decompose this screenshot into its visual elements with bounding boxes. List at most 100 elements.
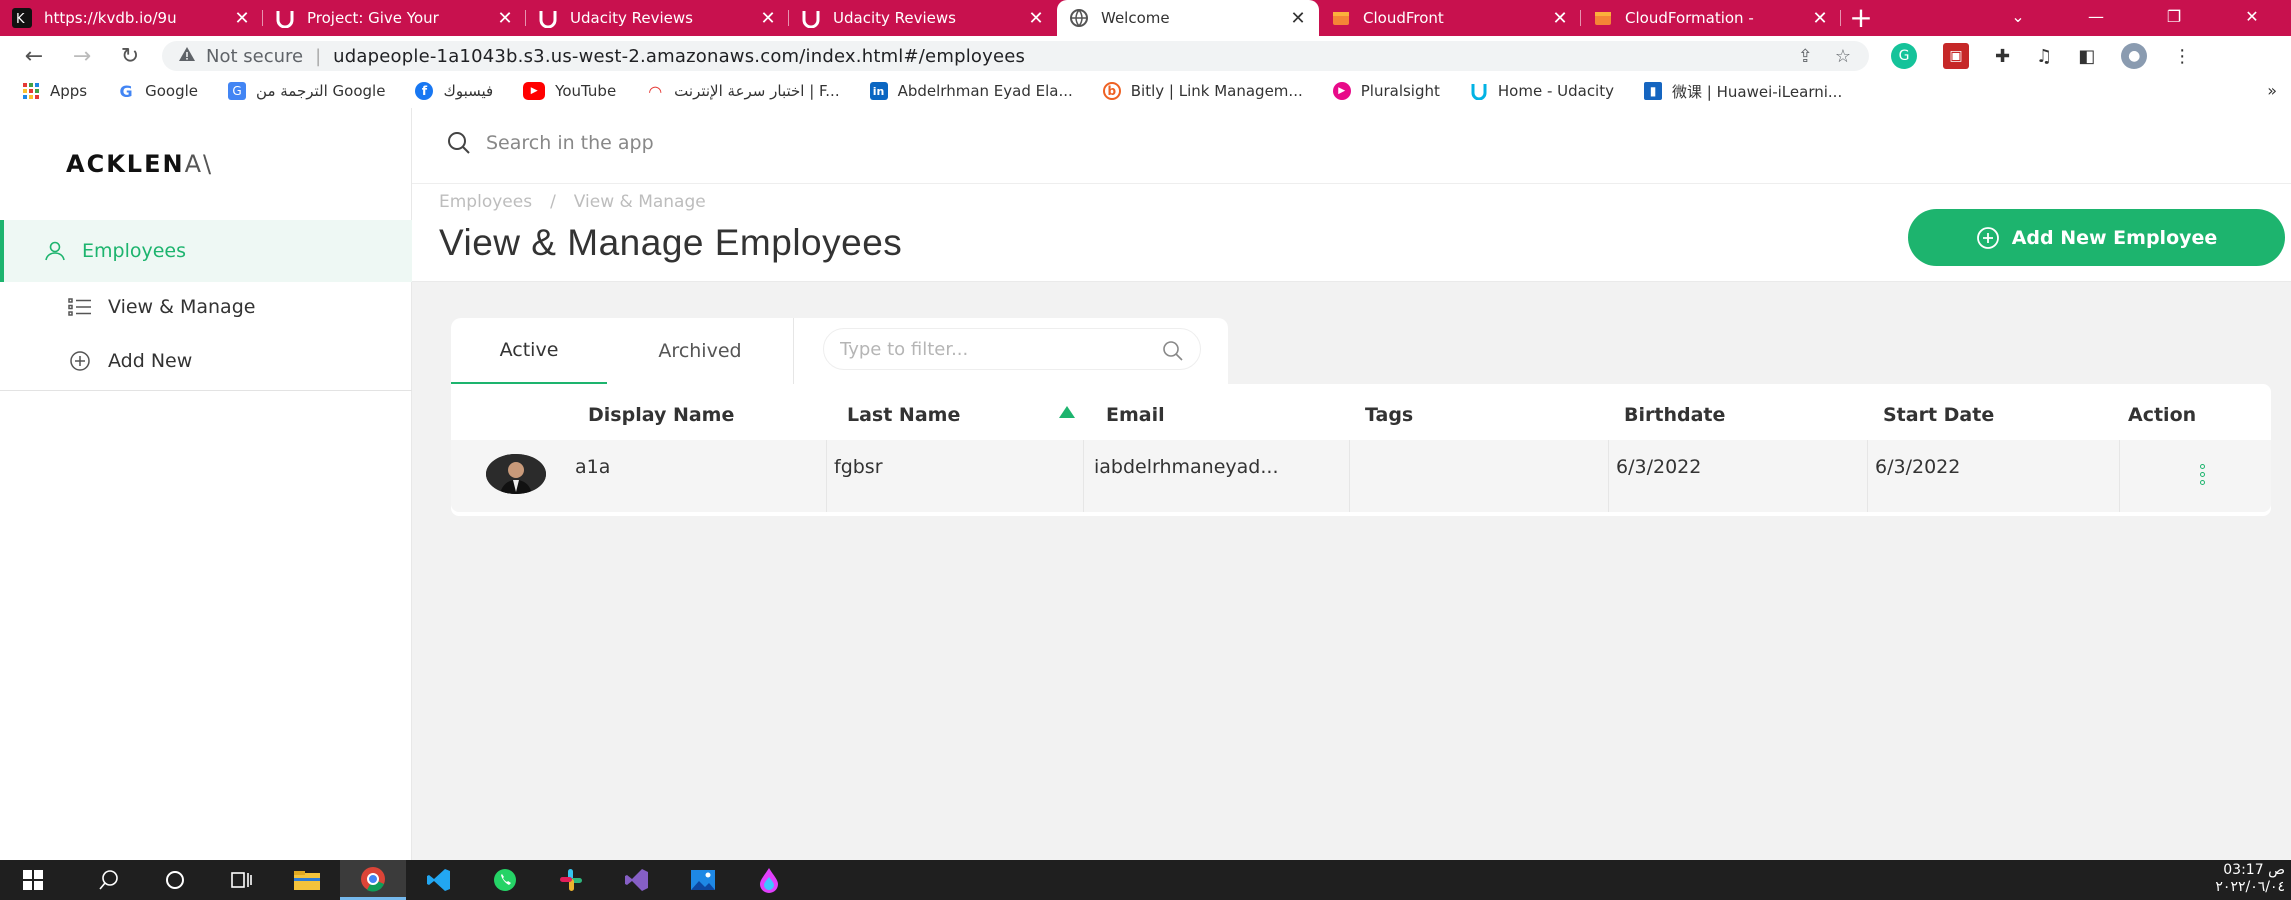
- restore-icon[interactable]: ❐: [2135, 0, 2213, 36]
- apps-grid-icon: [22, 82, 40, 100]
- tab-archived[interactable]: Archived: [607, 318, 793, 384]
- sidebar-item-employees[interactable]: Employees: [0, 220, 412, 282]
- add-new-employee-button[interactable]: Add New Employee: [1908, 209, 2285, 266]
- search-input[interactable]: Search in the app: [486, 132, 654, 154]
- bookmark-pluralsight[interactable]: ▶ Pluralsight: [1332, 82, 1440, 100]
- extensions-bar: G ▣ ✚ ♫ ◧ ● ⋮: [1891, 43, 2191, 69]
- bookmark-google-translate[interactable]: G الترجمة من Google: [228, 82, 385, 100]
- new-tab-button[interactable]: +: [1841, 0, 1881, 36]
- bookmark-star-icon[interactable]: ☆: [1835, 46, 1851, 67]
- filter-input[interactable]: [840, 338, 1140, 360]
- close-tab-icon[interactable]: ✕: [1285, 8, 1311, 29]
- forward-arrow-icon[interactable]: →: [58, 44, 106, 69]
- sidebar-item-label: Employees: [82, 240, 186, 262]
- taskbar-clock[interactable]: 03:17 ص ٢٠٢٢/٠٦/٠٤: [2215, 862, 2285, 896]
- sort-asc-icon[interactable]: [1059, 406, 1075, 418]
- sidebar-item-view-manage[interactable]: View & Manage: [68, 296, 255, 318]
- breadcrumb-employees[interactable]: Employees: [439, 192, 532, 212]
- column-header-start-date[interactable]: Start Date: [1883, 404, 1994, 426]
- more-menu-icon[interactable]: ⋮: [2173, 46, 2191, 67]
- filter-field[interactable]: [823, 328, 1201, 370]
- column-header-email[interactable]: Email: [1106, 404, 1165, 426]
- browser-tab-welcome[interactable]: Welcome ✕: [1057, 0, 1319, 36]
- aws-cube-icon: [1593, 8, 1613, 28]
- sidebar-item-label: Add New: [108, 350, 193, 372]
- file-explorer-icon[interactable]: [274, 860, 340, 900]
- bookmark-huawei[interactable]: ▮ 微课 | Huawei-iLearni...: [1644, 81, 1842, 102]
- main-content: Active Archived Display Name Last Name E…: [412, 282, 2291, 860]
- close-tab-icon[interactable]: ✕: [1023, 8, 1049, 29]
- app-search[interactable]: Search in the app: [446, 130, 654, 156]
- tab-search-icon[interactable]: ⌄: [1979, 0, 2057, 36]
- share-icon[interactable]: ⇪: [1798, 46, 1813, 67]
- bookmark-google[interactable]: G Google: [117, 81, 198, 101]
- whatsapp-icon[interactable]: [472, 860, 538, 900]
- bookmark-youtube[interactable]: ▶ YouTube: [523, 82, 616, 100]
- close-window-icon[interactable]: ✕: [2213, 0, 2291, 36]
- column-header-tags[interactable]: Tags: [1365, 404, 1413, 426]
- taskbar-search-icon[interactable]: [76, 860, 142, 900]
- visual-studio-icon[interactable]: [604, 860, 670, 900]
- google-icon: G: [119, 81, 133, 101]
- acklen-logo[interactable]: ACKLENA\: [66, 150, 213, 178]
- udacity-icon: [275, 8, 295, 28]
- bookmark-udacity[interactable]: Home - Udacity: [1470, 82, 1614, 100]
- close-tab-icon[interactable]: ✕: [229, 8, 255, 29]
- clock-date: ٢٠٢٢/٠٦/٠٤: [2215, 879, 2285, 895]
- not-secure-label[interactable]: Not secure: [206, 46, 303, 67]
- close-tab-icon[interactable]: ✕: [1547, 8, 1573, 29]
- tab-active[interactable]: Active: [451, 318, 607, 384]
- slack-icon[interactable]: [538, 860, 604, 900]
- bookmark-facebook[interactable]: f فيسبوك: [415, 82, 493, 100]
- close-tab-icon[interactable]: ✕: [492, 8, 518, 29]
- column-header-birthdate[interactable]: Birthdate: [1624, 404, 1725, 426]
- bookmark-speedtest[interactable]: ◠ اختبار سرعة الإنترنت | F...: [646, 82, 839, 101]
- reload-icon[interactable]: ↻: [106, 44, 154, 69]
- cortana-icon[interactable]: [142, 860, 208, 900]
- sidebar-item-add-new[interactable]: Add New: [68, 350, 192, 372]
- media-control-icon[interactable]: ♫: [2036, 46, 2052, 67]
- screen-capture-icon[interactable]: ▣: [1943, 43, 1969, 69]
- udacity-icon: [801, 8, 821, 28]
- browser-tab-kvdb[interactable]: K https://kvdb.io/9u ✕: [0, 0, 263, 36]
- browser-tab-cloudformation[interactable]: CloudFormation - ✕: [1581, 0, 1841, 36]
- bookmark-apps[interactable]: Apps: [22, 82, 87, 100]
- url-text[interactable]: udapeople-1a1043b.s3.us-west-2.amazonaws…: [333, 46, 1025, 67]
- google-translate-icon: G: [228, 82, 247, 100]
- browser-tab-cloudfront[interactable]: CloudFront ✕: [1319, 0, 1581, 36]
- youtube-icon: ▶: [523, 82, 546, 100]
- cell-display-name: a1a: [575, 456, 611, 478]
- cell-last-name: fgbsr: [834, 456, 883, 478]
- browser-tab-udacity-reviews-2[interactable]: Udacity Reviews ✕: [789, 0, 1057, 36]
- browser-tab-udacity-reviews-1[interactable]: Udacity Reviews ✕: [526, 0, 789, 36]
- table-row[interactable]: a1a fgbsr iabdelrhmaneyad... 6/3/2022 6/…: [451, 440, 2271, 512]
- bookmark-linkedin[interactable]: in Abdelrhman Eyad Ela...: [869, 82, 1073, 100]
- grammarly-icon[interactable]: G: [1891, 43, 1917, 69]
- kvdb-icon: K: [12, 8, 32, 28]
- linkedin-icon: in: [869, 82, 888, 100]
- windows-start-icon[interactable]: [0, 860, 66, 900]
- page-header: Employees / View & Manage View & Manage Em…: [412, 184, 2291, 282]
- column-header-display-name[interactable]: Display Name: [588, 404, 734, 426]
- back-arrow-icon[interactable]: ←: [10, 44, 58, 69]
- close-tab-icon[interactable]: ✕: [755, 8, 781, 29]
- minimize-icon[interactable]: —: [2057, 0, 2135, 36]
- vscode-icon[interactable]: [406, 860, 472, 900]
- puzzle-extensions-icon[interactable]: ✚: [1995, 46, 2010, 67]
- bookmarks-overflow-icon[interactable]: »: [2267, 81, 2277, 100]
- column-header-last-name[interactable]: Last Name: [847, 404, 960, 426]
- chrome-icon[interactable]: [340, 860, 406, 900]
- user-icon: [44, 240, 66, 262]
- browser-tab-project[interactable]: Project: Give Your ✕: [263, 0, 526, 36]
- profile-avatar[interactable]: ●: [2121, 43, 2148, 69]
- photos-icon[interactable]: [670, 860, 736, 900]
- row-action-menu-icon[interactable]: [2200, 464, 2205, 485]
- omnibox[interactable]: Not secure | udapeople-1a1043b.s3.us-wes…: [162, 41, 1869, 71]
- globe-icon: [1069, 8, 1089, 28]
- side-panel-icon[interactable]: ◧: [2078, 46, 2095, 67]
- paint-drop-icon[interactable]: [736, 860, 802, 900]
- bookmark-bitly[interactable]: b Bitly | Link Managem...: [1102, 82, 1303, 100]
- close-tab-icon[interactable]: ✕: [1807, 8, 1833, 29]
- task-view-icon[interactable]: [208, 860, 274, 900]
- search-icon[interactable]: [1162, 340, 1184, 362]
